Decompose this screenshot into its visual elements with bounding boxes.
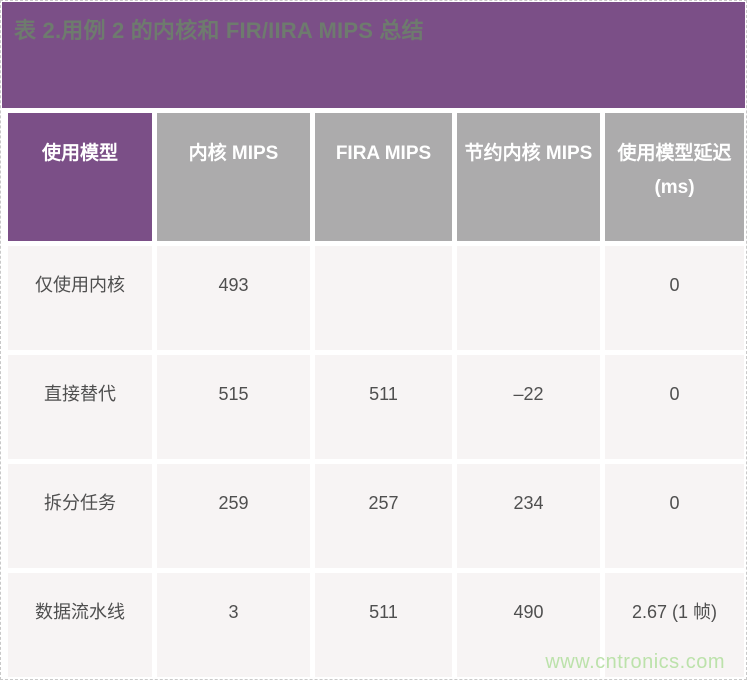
site-watermark: www.cntronics.com	[545, 651, 725, 674]
header-cell-latency-line2: (ms)	[605, 171, 744, 205]
table-row: 拆分任务 259 257 234 0	[8, 464, 744, 568]
header-cell-saved-core-mips: 节约内核 MIPS	[457, 113, 600, 241]
header-cell-latency-line1: 使用模型延迟	[605, 137, 744, 171]
table-cell: 257	[315, 464, 452, 568]
table-cell: 仅使用内核	[8, 246, 152, 350]
table-cell: 数据流水线	[8, 573, 152, 677]
table-cell: 493	[157, 246, 310, 350]
table-cell: 3	[157, 573, 310, 677]
table-cell	[315, 246, 452, 350]
table-cell	[457, 246, 600, 350]
table-cell: 234	[457, 464, 600, 568]
table-title-banner: 表 2.用例 2 的内核和 FIR/IIRA MIPS 总结	[2, 2, 745, 108]
table-cell: 拆分任务	[8, 464, 152, 568]
table-cell: 511	[315, 355, 452, 459]
table-cell: 511	[315, 573, 452, 677]
table-cell: 0	[605, 464, 744, 568]
header-cell-latency: 使用模型延迟 (ms)	[605, 113, 744, 241]
header-cell-fira-mips: FIRA MIPS	[315, 113, 452, 241]
table-row: 直接替代 515 511 –22 0	[8, 355, 744, 459]
table-cell: 直接替代	[8, 355, 152, 459]
table-figure-page: 表 2.用例 2 的内核和 FIR/IIRA MIPS 总结 使用模型 内核 M…	[0, 0, 747, 680]
mips-summary-table: 使用模型 内核 MIPS FIRA MIPS 节约内核 MIPS 使用模型延迟 …	[8, 113, 744, 677]
header-cell-core-mips: 内核 MIPS	[157, 113, 310, 241]
table-cell: –22	[457, 355, 600, 459]
table-row: 仅使用内核 493 0	[8, 246, 744, 350]
header-cell-usage-model: 使用模型	[8, 113, 152, 241]
table-cell: 0	[605, 355, 744, 459]
table-cell: 515	[157, 355, 310, 459]
table-header-row: 使用模型 内核 MIPS FIRA MIPS 节约内核 MIPS 使用模型延迟 …	[8, 113, 744, 241]
table-title: 表 2.用例 2 的内核和 FIR/IIRA MIPS 总结	[14, 17, 731, 46]
table-cell: 0	[605, 246, 744, 350]
table-cell: 259	[157, 464, 310, 568]
